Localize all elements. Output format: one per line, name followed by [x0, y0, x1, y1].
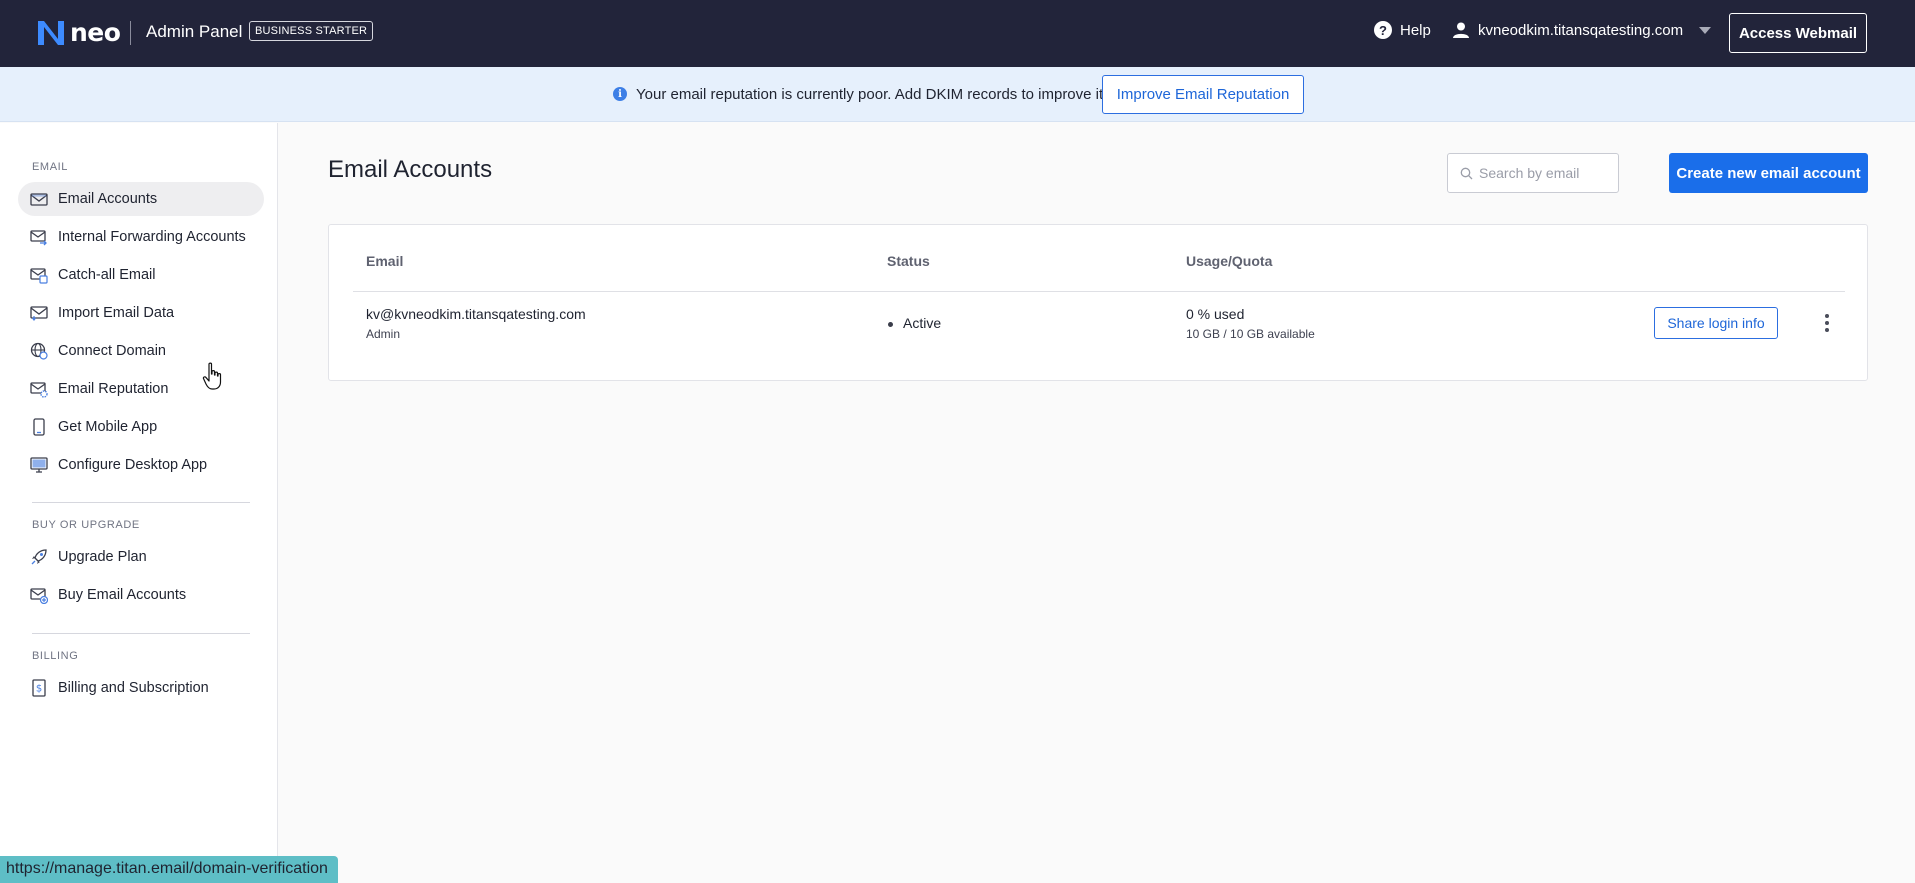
improve-reputation-button[interactable]: Improve Email Reputation [1102, 75, 1304, 114]
mail-plus-icon [30, 588, 48, 604]
neo-logo-icon [38, 20, 64, 45]
banner-message: Your email reputation is currently poor.… [636, 86, 1108, 103]
mail-import-icon [30, 306, 48, 321]
help-link[interactable]: ? Help [1374, 21, 1431, 39]
sidebar-item-billing[interactable]: $ Billing and Subscription [18, 671, 264, 705]
link-preview-url: https://manage.titan.email/domain-verifi… [0, 856, 338, 883]
sidebar: EMAIL Email Accounts Internal Forwarding… [0, 123, 278, 883]
sidebar-item-label: Import Email Data [58, 305, 175, 321]
column-header-status: Status [887, 253, 930, 269]
section-label-email: EMAIL [32, 161, 69, 173]
sidebar-item-connect-domain[interactable]: Connect Domain [18, 334, 264, 368]
sidebar-item-label: Buy Email Accounts [58, 587, 187, 603]
column-header-email: Email [366, 253, 404, 269]
sidebar-item-upgrade-plan[interactable]: Upgrade Plan [18, 540, 264, 574]
chevron-down-icon [1699, 26, 1712, 34]
create-email-account-button[interactable]: Create new email account [1669, 153, 1868, 193]
sidebar-item-email-reputation[interactable]: Email Reputation [18, 372, 264, 406]
section-label-buy-upgrade: BUY OR UPGRADE [32, 519, 140, 531]
mail-catchall-icon [30, 268, 48, 284]
header-divider [130, 21, 131, 45]
account-email: kv@kvneodkim.titansqatesting.com [366, 306, 586, 322]
sidebar-divider [32, 502, 250, 503]
rocket-icon [31, 549, 47, 565]
usage-percent: 0 % used [1186, 306, 1245, 322]
hand-cursor-icon [202, 362, 222, 390]
sidebar-item-internal-forwarding[interactable]: Internal Forwarding Accounts [18, 220, 264, 254]
email-accounts-table: Email Status Usage/Quota kv@kvneodkim.ti… [328, 224, 1868, 381]
sidebar-item-label: Email Accounts [58, 191, 158, 207]
search-input[interactable] [1479, 165, 1609, 181]
more-options-icon[interactable] [1815, 309, 1839, 337]
top-bar: neo Admin Panel BUSINESS STARTER ? Help … [0, 0, 1915, 67]
search-box[interactable] [1447, 153, 1619, 193]
sidebar-item-label: Billing and Subscription [58, 680, 209, 696]
search-icon [1460, 167, 1473, 179]
sidebar-item-email-accounts[interactable]: Email Accounts [18, 182, 264, 216]
sidebar-item-label: Connect Domain [58, 343, 166, 359]
account-role: Admin [366, 327, 401, 341]
svg-text:$: $ [36, 684, 42, 695]
sidebar-item-desktop-app[interactable]: Configure Desktop App [18, 448, 264, 482]
sidebar-divider [32, 633, 250, 634]
quota-available: 10 GB / 10 GB available [1186, 327, 1315, 341]
sidebar-item-buy-email-accounts[interactable]: Buy Email Accounts [18, 578, 264, 612]
sidebar-item-label: Upgrade Plan [58, 549, 147, 565]
brand-name: neo [70, 18, 121, 47]
sidebar-item-label: Email Reputation [58, 381, 169, 397]
page-title: Email Accounts [328, 156, 493, 183]
column-header-usage: Usage/Quota [1186, 253, 1273, 269]
globe-icon [30, 342, 48, 360]
table-divider [353, 291, 1845, 292]
phone-icon [33, 418, 45, 436]
status-dot [888, 322, 893, 327]
info-icon: i [613, 87, 627, 101]
account-domain: kvneodkim.titansqatesting.com [1478, 21, 1684, 39]
sidebar-item-import-email[interactable]: Import Email Data [18, 296, 264, 330]
sidebar-item-mobile-app[interactable]: Get Mobile App [18, 410, 264, 444]
mail-forward-icon [30, 230, 47, 246]
neo-logo[interactable]: neo [36, 18, 121, 47]
sidebar-item-catch-all[interactable]: Catch-all Email [18, 258, 264, 292]
sidebar-item-label: Catch-all Email [58, 267, 156, 283]
status-badge: Active [903, 315, 942, 331]
plan-badge: BUSINESS STARTER [249, 21, 374, 41]
share-login-info-button[interactable]: Share login info [1654, 307, 1778, 339]
mail-gear-icon [30, 382, 48, 398]
sidebar-item-label: Get Mobile App [58, 419, 158, 435]
access-webmail-button[interactable]: Access Webmail [1729, 13, 1867, 53]
reputation-banner: i Your email reputation is currently poo… [0, 67, 1915, 122]
sidebar-item-label: Configure Desktop App [58, 457, 208, 473]
invoice-icon: $ [32, 679, 46, 697]
user-icon [1453, 22, 1469, 38]
help-icon: ? [1374, 21, 1392, 39]
section-label-billing: BILLING [32, 650, 79, 662]
monitor-icon [30, 457, 48, 473]
account-menu[interactable]: kvneodkim.titansqatesting.com [1452, 21, 1712, 39]
mail-icon [30, 193, 48, 206]
help-label: Help [1400, 21, 1431, 39]
sidebar-item-label: Internal Forwarding Accounts [58, 229, 246, 245]
page-heading: Admin Panel [146, 22, 243, 41]
